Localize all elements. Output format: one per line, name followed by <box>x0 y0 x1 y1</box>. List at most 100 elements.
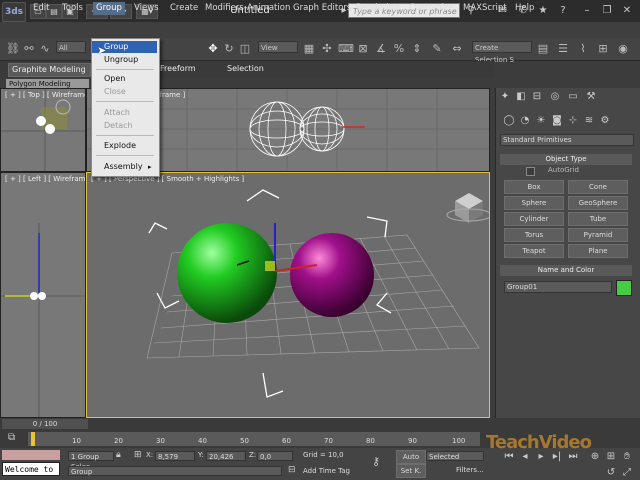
menu-customize[interactable]: Customize <box>409 2 454 15</box>
tab-selection[interactable]: Selection <box>227 63 264 75</box>
layer-manager-icon[interactable]: ☰ <box>556 42 570 56</box>
scale-icon[interactable]: ◫ <box>238 42 252 56</box>
menu-graph-editors[interactable]: Graph Editors <box>293 2 351 15</box>
select-manipulate-icon[interactable]: ✣ <box>320 42 334 56</box>
x-coordinate-field[interactable]: 8,579 <box>155 451 195 461</box>
space-warps-icon[interactable]: ≋ <box>582 114 596 128</box>
time-tag-icon[interactable]: ⊟ <box>288 465 296 475</box>
hierarchy-tab-icon[interactable]: ⊟ <box>530 90 544 104</box>
cylinder-button[interactable]: Cylinder <box>504 212 564 226</box>
sphere-button[interactable]: Sphere <box>504 196 564 210</box>
named-selection-set-dropdown[interactable]: Create Selection S <box>472 41 532 64</box>
bind-space-warp-icon[interactable]: ∿ <box>38 42 52 56</box>
lock-icon[interactable]: 🔒︎ <box>116 450 121 460</box>
mini-curve-editor-icon[interactable]: ⧉ <box>8 432 15 443</box>
close-icon[interactable]: ✕ <box>620 4 634 18</box>
schematic-view-icon[interactable]: ⊞ <box>596 42 610 56</box>
viewport-top[interactable]: [ + ] [ Top ] [ Wireframe ] <box>0 88 86 172</box>
menu-create[interactable]: Create <box>170 2 198 15</box>
angle-snap-icon[interactable]: ∡ <box>374 42 388 56</box>
menu-item-close[interactable]: Close <box>92 86 157 98</box>
menu-maxscript[interactable]: MAXScript <box>463 2 507 15</box>
zoom-all-icon[interactable]: ⊞ <box>604 450 618 464</box>
reference-coordinate-dropdown[interactable]: View <box>258 41 298 53</box>
menu-modifiers[interactable]: Modifiers <box>205 2 244 15</box>
cameras-icon[interactable]: ◙ <box>550 114 564 128</box>
shapes-icon[interactable]: ◔ <box>518 114 532 128</box>
z-coordinate-field[interactable]: 0,0 <box>257 451 293 461</box>
menu-item-open[interactable]: Open <box>92 73 157 85</box>
mirror-icon[interactable]: ⇔ <box>450 42 464 56</box>
move-icon[interactable]: ✥ <box>206 42 220 56</box>
align-icon[interactable]: ▤ <box>536 42 550 56</box>
rotate-icon[interactable]: ↻ <box>222 42 236 56</box>
key-filters-button[interactable]: Filters... <box>456 466 484 474</box>
object-color-swatch[interactable] <box>616 280 632 296</box>
menu-item-attach[interactable]: Attach <box>92 107 157 119</box>
keyboard-shortcut-icon[interactable]: ⌨ <box>338 42 354 56</box>
create-tab-icon[interactable]: ✦ <box>498 90 512 104</box>
tab-freeform[interactable]: Freeform <box>160 63 196 75</box>
menu-edit[interactable]: Edit <box>33 2 49 15</box>
systems-icon[interactable]: ⚙ <box>598 114 612 128</box>
selection-filter-dropdown[interactable]: All <box>56 41 86 53</box>
tube-button[interactable]: Tube <box>568 212 628 226</box>
modify-tab-icon[interactable]: ◧ <box>514 90 528 104</box>
unlink-icon[interactable]: ⚯ <box>22 42 36 56</box>
add-time-tag-button[interactable]: Add Time Tag <box>303 467 350 475</box>
edit-named-selection-icon[interactable]: ✎ <box>430 42 444 56</box>
object-name-field[interactable]: Group01 <box>504 281 612 293</box>
menu-animation[interactable]: Animation <box>247 2 290 15</box>
cone-button[interactable]: Cone <box>568 180 628 194</box>
torus-button[interactable]: Torus <box>504 228 564 242</box>
maximize-viewport-icon[interactable]: ⤢ <box>620 466 634 480</box>
teapot-button[interactable]: Teapot <box>504 244 564 258</box>
app-logo-button[interactable]: 3ds <box>2 2 26 22</box>
minimize-icon[interactable]: – <box>580 4 594 18</box>
time-slider[interactable]: 0 / 100 <box>2 419 88 429</box>
pivot-icon[interactable]: ▦ <box>302 42 316 56</box>
menu-group[interactable]: Group <box>93 2 125 15</box>
motion-tab-icon[interactable]: ◎ <box>548 90 562 104</box>
geometry-icon[interactable]: ◯ <box>502 114 516 128</box>
current-frame-marker[interactable] <box>31 432 35 446</box>
tab-graphite-modeling[interactable]: Graphite Modeling <box>8 63 91 77</box>
set-key-button[interactable]: Set K. <box>396 464 426 478</box>
utilities-tab-icon[interactable]: ⚒ <box>584 90 598 104</box>
viewport-left[interactable]: [ + ] [ Left ] [ Wireframe ] <box>0 172 86 418</box>
viewport-perspective[interactable]: [ + ] [ Perspective ] [ Smooth + Highlig… <box>86 172 490 418</box>
menu-views[interactable]: Views <box>134 2 159 15</box>
menu-help[interactable]: Help <box>515 2 534 15</box>
category-dropdown[interactable]: Standard Primitives <box>500 134 634 146</box>
viewcube-icon[interactable] <box>446 193 490 223</box>
favorites-icon[interactable]: ★ <box>536 4 550 18</box>
box-button[interactable]: Box <box>504 180 564 194</box>
helpers-icon[interactable]: ⊹ <box>566 114 580 128</box>
autogrid-checkbox[interactable] <box>526 167 535 176</box>
key-filter-dropdown[interactable]: Selected <box>426 451 484 461</box>
maxscript-mini-bar[interactable] <box>2 450 60 460</box>
y-coordinate-field[interactable]: 20,426 <box>206 451 246 461</box>
geosphere-button[interactable]: GeoSphere <box>568 196 628 210</box>
material-editor-icon[interactable]: ◉ <box>616 42 630 56</box>
pan-icon[interactable]: ✋︎ <box>620 450 634 464</box>
maxscript-listener[interactable]: Welcome to <box>2 462 60 476</box>
restore-icon[interactable]: ❐ <box>600 4 614 18</box>
snap-icon[interactable]: ⊠ <box>356 42 370 56</box>
link-icon[interactable]: ⛓ <box>6 42 20 56</box>
key-icon[interactable]: ⚷ <box>372 455 380 468</box>
auto-key-button[interactable]: Auto <box>396 450 426 464</box>
object-type-rollout[interactable]: Object Type <box>500 154 632 165</box>
menu-item-explode[interactable]: Explode <box>92 140 157 152</box>
curve-editor-icon[interactable]: ⌇ <box>576 42 590 56</box>
orbit-icon[interactable]: ↺ <box>604 466 618 480</box>
plane-button[interactable]: Plane <box>568 244 628 258</box>
menu-rendering[interactable]: Rendering <box>356 2 399 15</box>
spinner-snap-icon[interactable]: ⇕ <box>410 42 424 56</box>
pyramid-button[interactable]: Pyramid <box>568 228 628 242</box>
percent-snap-icon[interactable]: % <box>392 42 406 56</box>
menu-tools[interactable]: Tools <box>62 2 83 15</box>
absolute-mode-icon[interactable]: ⊞ <box>134 450 142 460</box>
lights-icon[interactable]: ☀ <box>534 114 548 128</box>
display-tab-icon[interactable]: ▭ <box>566 90 580 104</box>
